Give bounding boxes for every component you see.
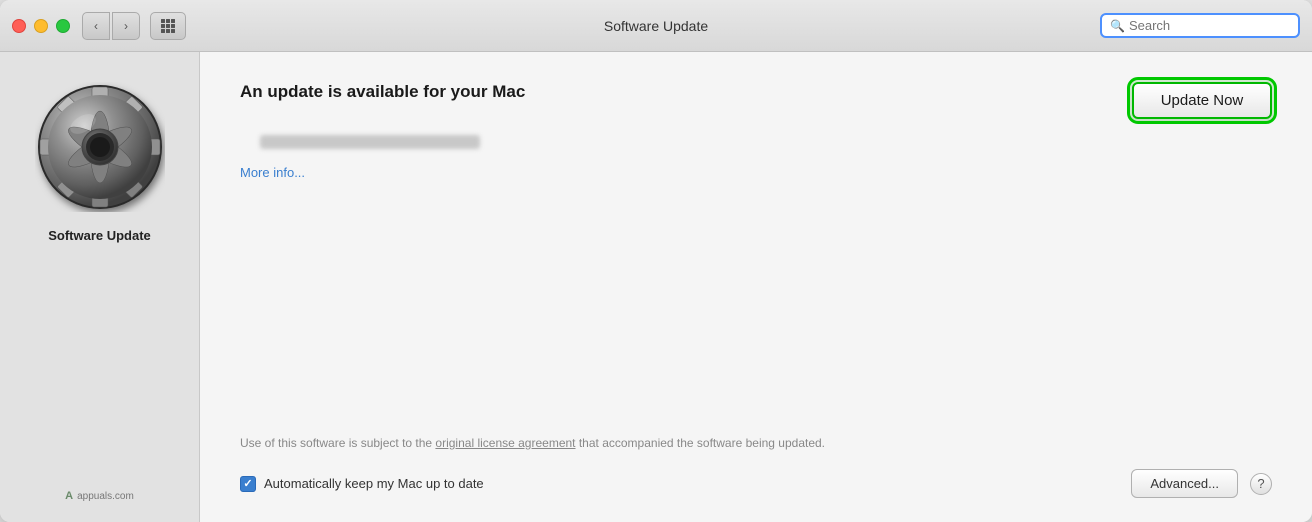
auto-update-label: Automatically keep my Mac up to date — [264, 476, 484, 491]
advanced-button[interactable]: Advanced... — [1131, 469, 1238, 498]
license-text-part1: Use of this software is subject to the — [240, 436, 435, 450]
spacer — [240, 212, 1272, 434]
watermark-text: A — [65, 490, 73, 502]
list-item — [260, 135, 1272, 149]
gear-icon-container — [35, 82, 165, 212]
grid-icon — [161, 19, 175, 33]
help-button[interactable]: ? — [1250, 473, 1272, 495]
bottom-row: ✓ Automatically keep my Mac up to date A… — [240, 469, 1272, 498]
software-update-icon — [35, 82, 165, 212]
main-content: Software Update A appuals.com An update … — [0, 52, 1312, 522]
more-info-link[interactable]: More info... — [240, 165, 1272, 180]
watermark-site: appuals.com — [77, 491, 134, 502]
search-input[interactable] — [1129, 18, 1290, 33]
window-title: Software Update — [604, 18, 708, 34]
license-text-part2: that accompanied the software being upda… — [576, 436, 826, 450]
traffic-lights — [12, 19, 70, 33]
back-icon: ‹ — [94, 19, 98, 33]
minimize-button[interactable] — [34, 19, 48, 33]
search-box[interactable]: 🔍 — [1100, 13, 1300, 38]
back-button[interactable]: ‹ — [82, 12, 110, 40]
update-now-button[interactable]: Update Now — [1132, 82, 1272, 119]
checkbox-container: ✓ Automatically keep my Mac up to date — [240, 476, 1119, 492]
nav-buttons: ‹ › — [82, 12, 140, 40]
maximize-button[interactable] — [56, 19, 70, 33]
update-title: An update is available for your Mac — [240, 82, 525, 102]
sidebar: Software Update A appuals.com — [0, 52, 200, 522]
content-panel: An update is available for your Mac Upda… — [200, 52, 1312, 522]
forward-icon: › — [124, 19, 128, 33]
search-icon: 🔍 — [1110, 19, 1125, 33]
license-text: Use of this software is subject to the o… — [240, 434, 860, 453]
titlebar: ‹ › Software Update 🔍 — [0, 0, 1312, 52]
checkmark-icon: ✓ — [243, 477, 252, 490]
forward-button[interactable]: › — [112, 12, 140, 40]
license-link[interactable]: original license agreement — [435, 436, 575, 450]
update-header: An update is available for your Mac Upda… — [240, 82, 1272, 119]
auto-update-checkbox[interactable]: ✓ — [240, 476, 256, 492]
update-list — [260, 135, 1272, 153]
watermark: A appuals.com — [65, 490, 134, 502]
close-button[interactable] — [12, 19, 26, 33]
grid-view-button[interactable] — [150, 12, 186, 40]
window: ‹ › Software Update 🔍 — [0, 0, 1312, 522]
update-item-blurred-text — [260, 135, 480, 149]
sidebar-label: Software Update — [48, 228, 151, 243]
